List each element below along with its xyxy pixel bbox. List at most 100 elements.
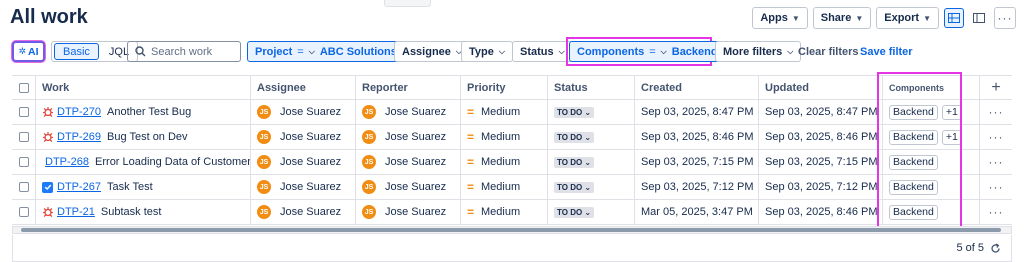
avatar: JS [362,130,376,144]
table-row[interactable]: DTP-267 Task Test JS Jose Suarez JS Jose S… [12,175,1012,200]
work-summary[interactable]: Another Test Bug [107,106,191,118]
row-checkbox[interactable] [18,182,29,192]
chevron-down-icon: ⌵ [787,46,794,56]
priority-label[interactable]: Medium [481,206,520,218]
assignee-name[interactable]: Jose Suarez [280,131,341,143]
search-mode-toggle: Basic JQL [51,41,139,62]
scrollbar-thumb[interactable] [21,228,1001,232]
row-checkbox[interactable] [18,207,29,217]
export-label: Export [884,12,920,24]
row-checkbox[interactable] [18,157,29,167]
ai-button[interactable]: ✲ AI [12,41,45,62]
save-filter-button[interactable]: Save filter [860,46,913,58]
avatar: JS [257,105,271,119]
col-status[interactable]: Status [548,76,635,99]
row-actions-icon[interactable]: ··· [989,205,1004,219]
col-updated[interactable]: Updated [759,76,883,99]
status-badge[interactable]: TO DO ⌄ [554,131,595,143]
reporter-name[interactable]: Jose Suarez [385,181,446,193]
priority-medium-icon: = [467,155,475,169]
table-row[interactable]: DTP-21 Subtask test JS Jose Suarez JS Jose… [12,200,1012,225]
reporter-name[interactable]: Jose Suarez [385,106,446,118]
refresh-icon[interactable] [990,242,1001,254]
drag-handle [384,0,431,7]
search-input[interactable]: Search work [127,41,241,62]
reporter-name[interactable]: Jose Suarez [385,131,446,143]
table-row[interactable]: DTP-269 Bug Test on Dev JS Jose Suarez JS… [12,125,1012,150]
clear-filters-button[interactable]: Clear filters [798,46,859,58]
table-row[interactable]: DTP-268 Error Loading Data of Customer J… [12,150,1012,175]
avatar: JS [362,155,376,169]
row-checkbox[interactable] [18,107,29,117]
work-summary[interactable]: Error Loading Data of Customer [95,156,250,168]
col-assignee[interactable]: Assignee [251,76,356,99]
work-summary[interactable]: Bug Test on Dev [107,131,188,143]
work-summary[interactable]: Task Test [107,181,153,193]
list-view-button[interactable] [944,8,964,28]
work-key-link[interactable]: DTP-267 [57,181,101,193]
status-badge[interactable]: TO DO ⌄ [554,106,595,118]
table-row[interactable]: DTP-270 Another Test Bug JS Jose Suarez J… [12,100,1012,125]
components-column-highlight [877,72,962,230]
work-key-link[interactable]: DTP-269 [57,131,101,143]
reporter-name[interactable]: Jose Suarez [385,206,446,218]
status-badge[interactable]: TO DO ⌄ [554,156,595,168]
updated-date: Sep 03, 2025, 8:46 PM [759,125,883,149]
avatar: JS [257,155,271,169]
add-column-button[interactable]: + [980,76,1012,99]
created-date: Sep 03, 2025, 8:47 PM [635,100,759,124]
updated-date: Sep 03, 2025, 8:47 PM [759,100,883,124]
more-actions-button[interactable]: ··· [994,7,1016,29]
row-actions-icon[interactable]: ··· [989,180,1004,194]
components-filter-label: Components [577,45,645,58]
assignee-name[interactable]: Jose Suarez [280,206,341,218]
avatar: JS [257,205,271,219]
detail-view-button[interactable] [969,8,989,28]
work-key-link[interactable]: DTP-270 [57,106,101,118]
type-filter[interactable]: Type ⌵ [461,41,513,62]
chevron-down-icon: ▼ [791,13,800,23]
chevron-down-icon: ▼ [855,13,864,23]
basic-mode-button[interactable]: Basic [54,43,99,60]
work-key-link[interactable]: DTP-21 [57,206,95,218]
chevron-down-icon: ⌵ [498,46,505,56]
assignee-name[interactable]: Jose Suarez [280,156,341,168]
priority-label[interactable]: Medium [481,156,520,168]
assignee-name[interactable]: Jose Suarez [280,181,341,193]
avatar: JS [257,130,271,144]
col-reporter[interactable]: Reporter [356,76,461,99]
status-label: TO DO [557,107,583,117]
export-button[interactable]: Export ▼ [876,7,939,29]
priority-label[interactable]: Medium [481,181,520,193]
status-filter[interactable]: Status ⌵ [512,41,573,62]
avatar: JS [362,180,376,194]
status-badge[interactable]: TO DO ⌄ [554,206,595,218]
bug-icon [43,107,53,117]
col-created[interactable]: Created [635,76,759,99]
row-actions-icon[interactable]: ··· [989,155,1004,169]
row-actions-icon[interactable]: ··· [989,130,1004,144]
apps-button[interactable]: Apps ▼ [752,7,808,29]
row-actions-icon[interactable]: ··· [989,105,1004,119]
status-badge[interactable]: TO DO ⌄ [554,181,595,193]
share-button[interactable]: Share ▼ [812,7,872,29]
horizontal-scrollbar[interactable] [12,226,1012,234]
components-filter-value: Backend [671,45,718,58]
row-checkbox[interactable] [18,132,29,142]
col-priority[interactable]: Priority [461,76,548,99]
project-filter[interactable]: Project = ⌵ ABC Solutions ⌵ [247,41,416,62]
updated-date: Sep 03, 2025, 8:46 PM [759,200,883,224]
priority-label[interactable]: Medium [481,106,520,118]
reporter-name[interactable]: Jose Suarez [385,156,446,168]
col-work[interactable]: Work [36,76,251,99]
assignee-name[interactable]: Jose Suarez [280,106,341,118]
work-summary[interactable]: Subtask test [101,206,162,218]
priority-label[interactable]: Medium [481,131,520,143]
select-all-checkbox[interactable] [18,82,29,93]
more-filters-button[interactable]: More filters ⌵ [715,41,802,62]
status-label: TO DO [557,207,583,217]
project-filter-label: Project [255,45,293,58]
work-key-link[interactable]: DTP-268 [45,156,89,168]
assignee-filter[interactable]: Assignee ⌵ [394,41,470,62]
status-label: TO DO [557,182,583,192]
